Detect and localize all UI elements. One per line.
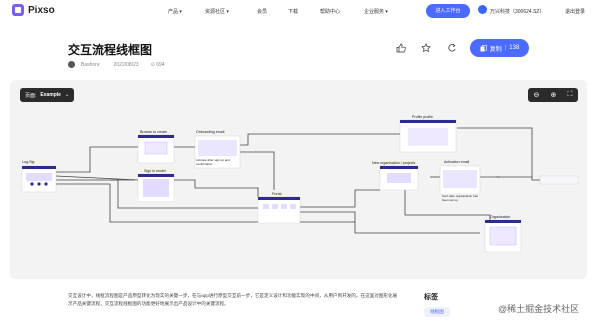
nav-item-download[interactable]: 下载 — [288, 8, 298, 15]
frame-label-activation: Activation email — [444, 160, 470, 164]
frame-login — [21, 165, 57, 193]
frame-label-portal: Portal — [272, 192, 282, 196]
description-text: 交互设计中，线框流程图是产品原型转化为现实的关键一步，在与app进行原型交互前一… — [68, 293, 398, 306]
nav-item-product[interactable]: 产品 ▾ — [168, 8, 182, 15]
page-title: 交互流程线框图 — [68, 43, 153, 57]
frame-organisation — [484, 219, 522, 253]
publish-date: 2022/08/23 — [113, 61, 139, 68]
org-name[interactable]: 万兴科技（300624.SZ） — [490, 8, 544, 15]
frame-label-onboarding: Onboarding email — [196, 130, 225, 134]
author-avatar[interactable] — [68, 61, 75, 68]
brand-name: Pixso — [28, 4, 55, 16]
frame-label-new-org: New organisation / projects — [372, 161, 416, 165]
flow-diagram — [21, 119, 579, 253]
nav-item-resources[interactable]: 资源社区 ▾ — [205, 8, 229, 15]
nav-item-help[interactable]: 帮助中心 — [320, 8, 340, 15]
tags-heading: 标签 — [424, 294, 438, 301]
endpoint-right — [539, 175, 579, 185]
copy-count: 138 — [509, 45, 520, 51]
author-name[interactable]: Bashore — [81, 62, 100, 68]
org-avatar[interactable] — [478, 5, 487, 14]
frame-new-org — [379, 165, 419, 191]
copy-button[interactable]: 复制 | 138 — [470, 39, 529, 57]
enter-workspace-button[interactable]: 进入工作台 — [426, 4, 470, 18]
star-icon[interactable] — [421, 43, 431, 53]
pixso-logo[interactable]: Pixso — [12, 4, 55, 16]
frame-label-profile: Profile profile — [412, 115, 433, 119]
frame-profile — [399, 119, 457, 153]
watermark: @稀土掘金技术社区 — [498, 304, 580, 314]
view-count: ⊙ 694 — [150, 61, 165, 68]
frame-note-activation: Sent after organisation has been set up — [442, 194, 478, 202]
share-icon[interactable] — [447, 43, 457, 53]
frame-label-organisation: Organisation — [490, 215, 511, 219]
frame-label-signin: Sign in model — [144, 169, 166, 173]
frame-signin — [137, 173, 175, 203]
nav-item-enterprise[interactable]: 企业服务 ▾ — [364, 8, 388, 15]
file-meta: Bashore 2022/08/23 ⊙ 694 — [68, 61, 165, 68]
tag-chip[interactable]: 线框图 — [424, 307, 450, 317]
logout-link[interactable]: 退出登录 — [565, 8, 585, 15]
frame-activation — [439, 165, 481, 195]
prototype-canvas[interactable]: 页面: Example ⌄ ⊖ ⊕ ⛶ Log-Sig Browse to cr… — [10, 80, 587, 279]
copy-icon — [480, 44, 487, 51]
nav-item-membership[interactable]: 会员 — [257, 8, 267, 15]
frame-browse — [137, 134, 175, 164]
pixso-logo-icon — [12, 4, 24, 16]
frame-label-login: Log-Sig — [22, 160, 35, 164]
frame-label-browse: Browse to create — [140, 130, 167, 134]
frame-portal — [257, 196, 301, 224]
like-icon[interactable] — [396, 43, 406, 53]
copy-label: 复制 — [489, 46, 502, 53]
frame-note-onboarding: Activate after sign up and confirmation — [196, 158, 230, 166]
